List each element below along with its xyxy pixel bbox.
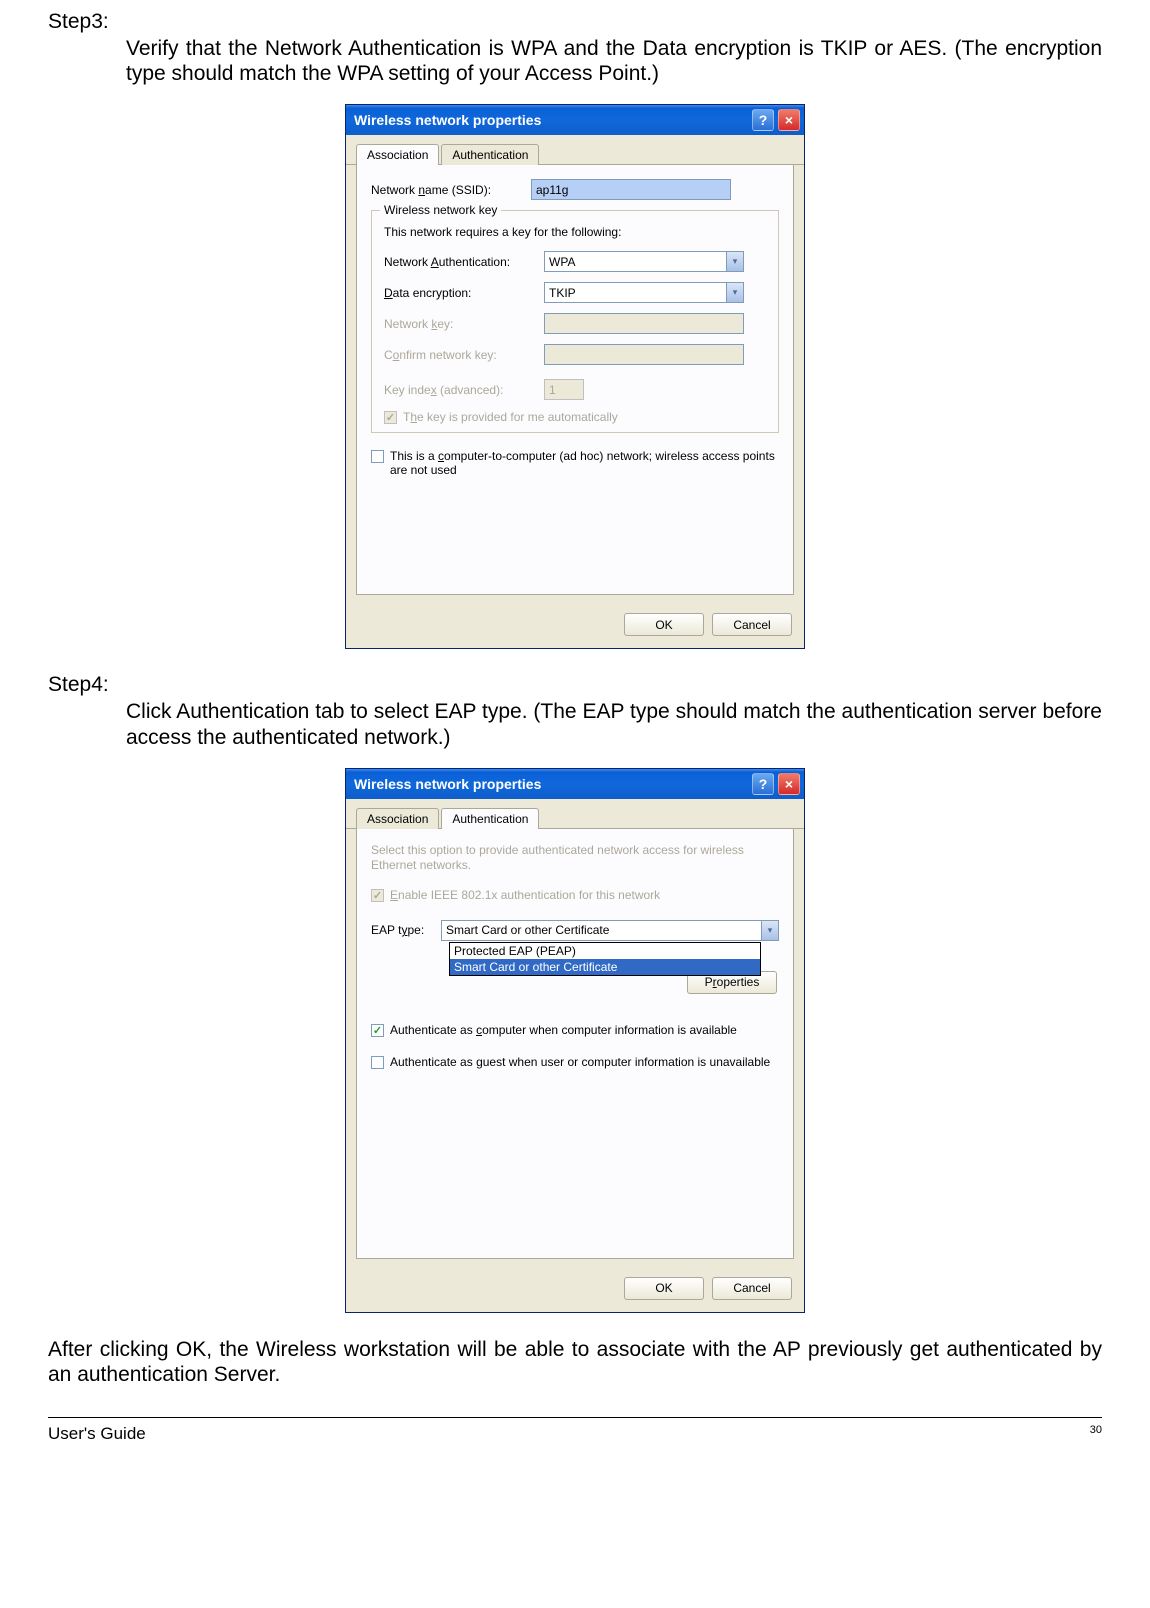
help-icon[interactable]: ? <box>752 773 774 795</box>
netauth-label: Network Authentication: <box>384 255 544 269</box>
footer-guide: User's Guide <box>48 1424 146 1444</box>
footer-rule <box>48 1417 1102 1418</box>
eap-type-label: EAP type: <box>371 923 441 937</box>
footer-page-number: 30 <box>1090 1424 1102 1444</box>
group-desc: This network requires a key for the foll… <box>384 225 766 239</box>
group-legend: Wireless network key <box>380 203 501 217</box>
close-icon[interactable]: × <box>778 773 800 795</box>
auth-guest-label: Authenticate as guest when user or compu… <box>390 1055 770 1069</box>
auth-computer-label: Authenticate as computer when computer i… <box>390 1023 737 1037</box>
enable-8021x-label: Enable IEEE 802.1x authentication for th… <box>390 888 660 902</box>
chevron-down-icon[interactable]: ▾ <box>726 252 743 271</box>
tab-authentication[interactable]: Authentication <box>441 808 539 829</box>
dataenc-select[interactable]: TKIP ▾ <box>544 282 744 303</box>
tabstrip: Association Authentication <box>346 135 804 165</box>
tab-authentication[interactable]: Authentication <box>441 144 539 165</box>
dialog-title: Wireless network properties <box>354 112 541 128</box>
page-footer: User's Guide 30 <box>48 1424 1102 1444</box>
wireless-properties-dialog-authentication: Wireless network properties ? × Associat… <box>345 768 805 1313</box>
keyindex-label: Key index (advanced): <box>384 383 544 397</box>
closing-paragraph: After clicking OK, the Wireless workstat… <box>48 1337 1102 1387</box>
confirmkey-input <box>544 344 744 365</box>
step4-body: Click Authentication tab to select EAP t… <box>126 699 1102 749</box>
chevron-down-icon[interactable]: ▾ <box>726 283 743 302</box>
adhoc-label: This is a computer-to-computer (ad hoc) … <box>390 449 779 477</box>
step3-body: Verify that the Network Authentication i… <box>126 36 1102 86</box>
dialog-title: Wireless network properties <box>354 776 541 792</box>
eap-type-select[interactable]: Smart Card or other Certificate ▾ <box>441 920 779 941</box>
eap-option-smartcard[interactable]: Smart Card or other Certificate <box>450 959 760 975</box>
netkey-input <box>544 313 744 334</box>
titlebar: Wireless network properties ? × <box>346 769 804 799</box>
tab-association[interactable]: Association <box>356 144 439 165</box>
ok-button[interactable]: OK <box>624 1277 704 1300</box>
eap-type-value: Smart Card or other Certificate <box>446 923 609 937</box>
tabstrip: Association Authentication <box>346 799 804 829</box>
wireless-properties-dialog-association: Wireless network properties ? × Associat… <box>345 104 805 649</box>
ok-button[interactable]: OK <box>624 613 704 636</box>
close-icon[interactable]: × <box>778 109 800 131</box>
step4-label: Step4: <box>48 673 1102 697</box>
chevron-down-icon[interactable]: ▾ <box>761 921 778 940</box>
auth-computer-checkbox[interactable]: ✓ <box>371 1024 384 1037</box>
eap-option-peap[interactable]: Protected EAP (PEAP) <box>450 943 760 959</box>
keyindex-spinner: 1 <box>544 379 584 400</box>
autokey-label: The key is provided for me automatically <box>403 410 618 424</box>
titlebar: Wireless network properties ? × <box>346 105 804 135</box>
auth-guest-checkbox[interactable] <box>371 1056 384 1069</box>
adhoc-checkbox[interactable] <box>371 450 384 463</box>
step3-label: Step3: <box>48 10 1102 34</box>
eap-dropdown[interactable]: Protected EAP (PEAP) Smart Card or other… <box>449 942 761 976</box>
netauth-value: WPA <box>549 255 575 269</box>
association-panel: Network name (SSID): Wireless network ke… <box>356 165 794 595</box>
authentication-panel: Select this option to provide authentica… <box>356 829 794 1259</box>
confirmkey-label: Confirm network key: <box>384 348 544 362</box>
dataenc-label: Data encryption: <box>384 286 544 300</box>
ssid-label: Network name (SSID): <box>371 183 531 197</box>
dataenc-value: TKIP <box>549 286 576 300</box>
tab-association[interactable]: Association <box>356 808 439 829</box>
netkey-label: Network key: <box>384 317 544 331</box>
enable-8021x-checkbox: ✓ <box>371 889 384 902</box>
help-icon[interactable]: ? <box>752 109 774 131</box>
ssid-input[interactable] <box>531 179 731 200</box>
cancel-button[interactable]: Cancel <box>712 613 792 636</box>
auth-desc: Select this option to provide authentica… <box>371 843 779 874</box>
wireless-key-group: Wireless network key This network requir… <box>371 210 779 433</box>
netauth-select[interactable]: WPA ▾ <box>544 251 744 272</box>
autokey-checkbox: ✓ <box>384 411 397 424</box>
cancel-button[interactable]: Cancel <box>712 1277 792 1300</box>
